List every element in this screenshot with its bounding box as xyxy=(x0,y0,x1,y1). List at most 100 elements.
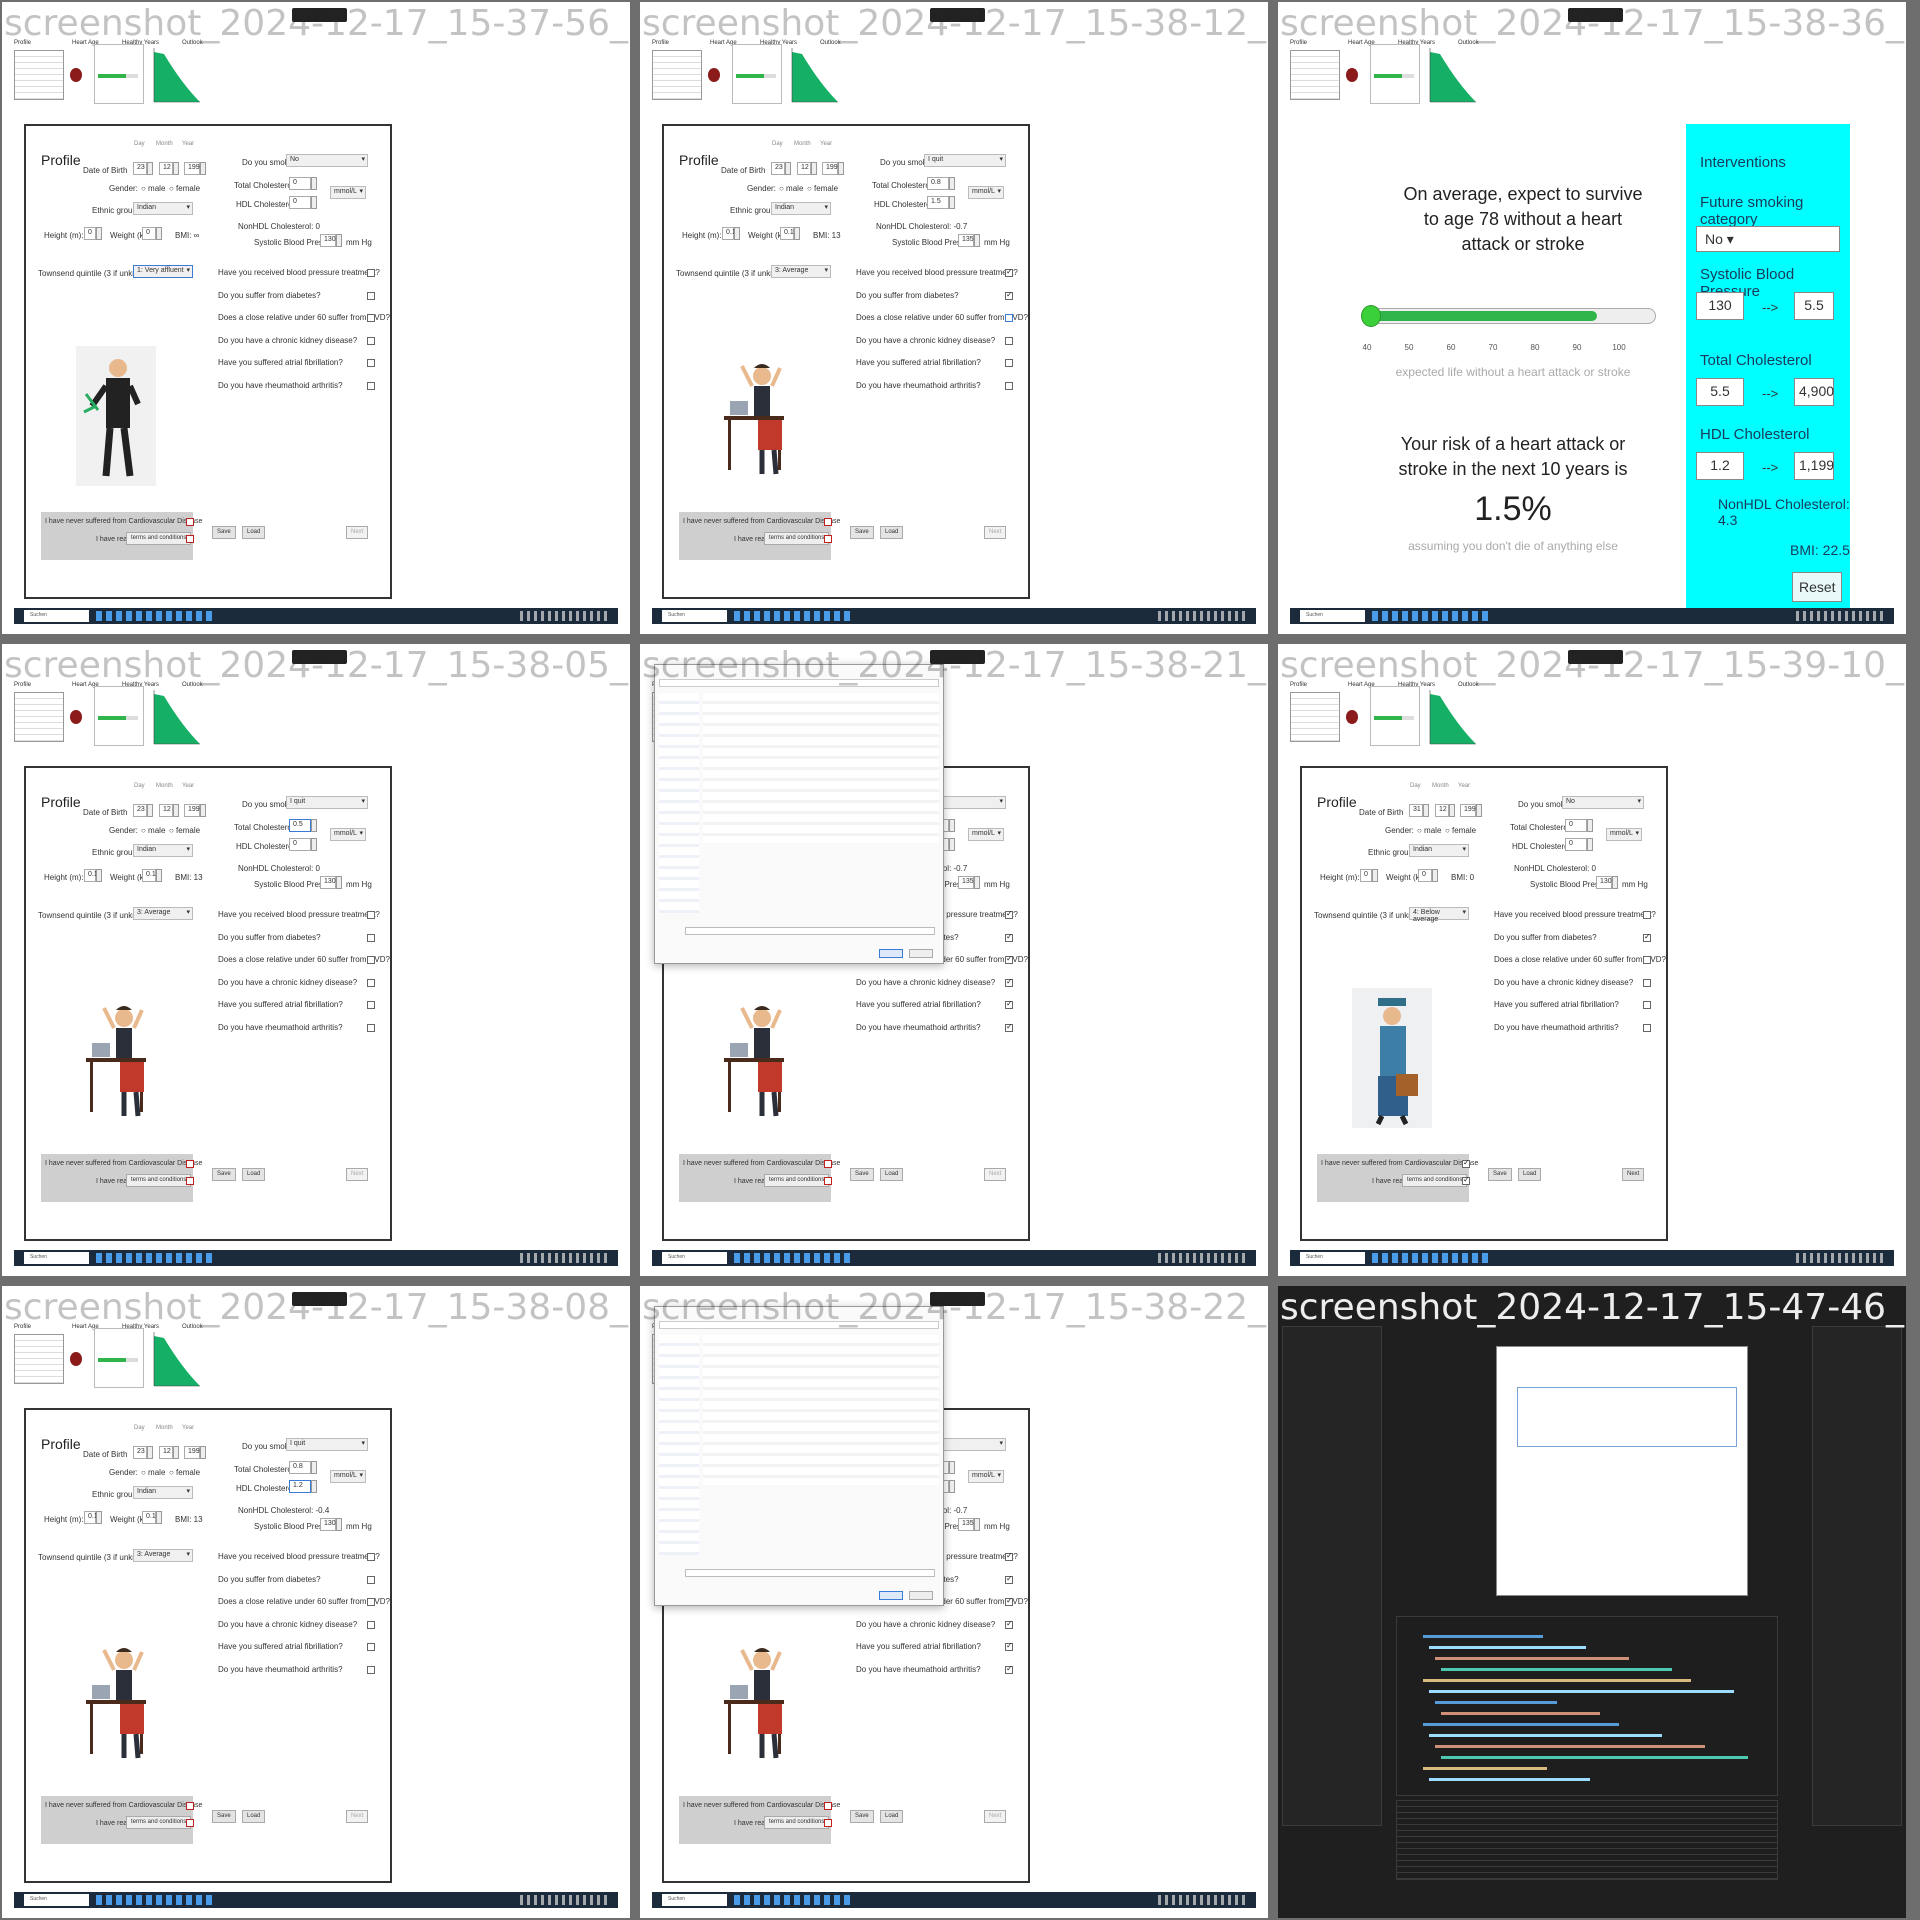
question-3-checkbox[interactable] xyxy=(1005,954,1013,964)
day-stepper[interactable]: 23 xyxy=(133,804,147,817)
day-stepper-spinner[interactable] xyxy=(785,162,791,175)
height-stepper[interactable]: 0 xyxy=(84,227,96,240)
month-stepper[interactable]: 12 xyxy=(159,804,173,817)
question-4-checkbox[interactable] xyxy=(1005,336,1013,345)
day-stepper-spinner[interactable] xyxy=(1423,804,1429,817)
total-cholesterol-stepper[interactable]: 0 xyxy=(1565,819,1587,832)
sbp-stepper[interactable]: 135 xyxy=(958,234,974,247)
terms-checkbox[interactable] xyxy=(824,535,832,543)
month-stepper-spinner[interactable] xyxy=(811,162,817,175)
question-5-checkbox[interactable] xyxy=(1005,359,1013,367)
next-button[interactable]: Next xyxy=(984,526,1007,539)
year-stepper[interactable]: 1990 xyxy=(184,1446,204,1459)
gender-male-radio[interactable]: ○ male xyxy=(1417,826,1441,835)
system-tray[interactable] xyxy=(1796,611,1886,621)
day-stepper[interactable]: 23 xyxy=(133,162,147,175)
system-tray[interactable] xyxy=(520,611,610,621)
load-button[interactable]: Load xyxy=(242,526,266,539)
window-controls[interactable] xyxy=(930,650,985,664)
question-6-checkbox[interactable] xyxy=(1643,1023,1651,1032)
terms-checkbox[interactable] xyxy=(1462,1175,1470,1185)
hdl-cholesterol-stepper-spinner[interactable] xyxy=(311,1480,317,1493)
dialog-file-list[interactable] xyxy=(703,693,939,843)
ethnic-group-select[interactable]: Indian xyxy=(133,202,193,215)
year-stepper[interactable]: 1990 xyxy=(1460,804,1480,817)
mini-tab-profile[interactable]: Profile xyxy=(14,682,31,688)
question-3-checkbox[interactable] xyxy=(1005,1596,1013,1606)
question-4-checkbox[interactable] xyxy=(1005,977,1013,987)
total-cholesterol-stepper-spinner[interactable] xyxy=(311,819,317,832)
question-5-checkbox[interactable] xyxy=(367,1643,375,1651)
gender-female-radio[interactable]: ○ female xyxy=(169,826,200,835)
terms-button[interactable]: terms and conditions xyxy=(764,1174,830,1187)
question-1-checkbox[interactable] xyxy=(367,1553,375,1561)
hdl-cholesterol-stepper-spinner[interactable] xyxy=(311,196,317,209)
weight-stepper-spinner[interactable] xyxy=(156,869,162,882)
cholesterol-unit-select[interactable]: mmol/L xyxy=(330,1470,366,1483)
save-button[interactable]: Save xyxy=(850,1810,874,1823)
never-cvd-checkbox[interactable] xyxy=(186,518,194,526)
month-stepper-spinner[interactable] xyxy=(173,1446,179,1459)
cholesterol-unit-select[interactable]: mmol/L xyxy=(968,186,1004,199)
question-1-checkbox[interactable] xyxy=(367,911,375,919)
question-5-checkbox[interactable] xyxy=(1005,999,1013,1009)
month-stepper[interactable]: 12 xyxy=(1435,804,1449,817)
load-button[interactable]: Load xyxy=(880,1810,904,1823)
terms-button[interactable]: terms and conditions xyxy=(126,1816,192,1829)
gender-female-radio[interactable]: ○ female xyxy=(169,184,200,193)
hdl-cholesterol-stepper[interactable]: 0 xyxy=(1565,838,1587,851)
next-button[interactable]: Next xyxy=(984,1168,1007,1181)
sbp-stepper[interactable]: 130 xyxy=(320,876,336,889)
cholesterol-unit-select[interactable]: mmol/L xyxy=(330,186,366,199)
weight-stepper-spinner[interactable] xyxy=(1432,869,1438,882)
day-stepper-spinner[interactable] xyxy=(147,162,153,175)
load-button[interactable]: Load xyxy=(880,526,904,539)
taskbar-app-icons[interactable] xyxy=(734,1253,854,1263)
question-6-checkbox[interactable] xyxy=(1005,1022,1013,1032)
question-6-checkbox[interactable] xyxy=(367,1665,375,1674)
hdl-cholesterol-stepper-spinner[interactable] xyxy=(949,196,955,209)
window-controls[interactable] xyxy=(1568,8,1623,22)
next-button[interactable]: Next xyxy=(984,1810,1007,1823)
next-button[interactable]: Next xyxy=(346,1168,369,1181)
intervention-hdl-current[interactable]: 1.2 xyxy=(1696,452,1744,480)
gender-male-radio[interactable]: ○ male xyxy=(141,184,165,193)
hdl-cholesterol-stepper-spinner[interactable] xyxy=(1587,838,1593,851)
question-3-checkbox[interactable] xyxy=(367,956,375,964)
future-smoking-select[interactable]: No ▾ xyxy=(1696,226,1840,252)
cholesterol-unit-select[interactable]: mmol/L xyxy=(968,828,1004,841)
next-button[interactable]: Next xyxy=(346,526,369,539)
day-stepper[interactable]: 23 xyxy=(771,162,785,175)
mini-tab-profile[interactable]: Profile xyxy=(652,40,669,46)
month-stepper-spinner[interactable] xyxy=(1449,804,1455,817)
question-5-checkbox[interactable] xyxy=(1643,1001,1651,1009)
question-2-checkbox[interactable] xyxy=(1005,290,1013,300)
mini-tab-profile[interactable]: Profile xyxy=(1290,40,1307,46)
total-cholesterol-stepper[interactable]: 0.5 xyxy=(289,819,311,832)
never-cvd-checkbox[interactable] xyxy=(824,1160,832,1168)
total-cholesterol-stepper-spinner[interactable] xyxy=(311,177,317,190)
month-stepper-spinner[interactable] xyxy=(173,804,179,817)
weight-stepper-spinner[interactable] xyxy=(794,227,800,240)
ethnic-group-select[interactable]: Indian xyxy=(133,1486,193,1499)
hdl-cholesterol-stepper[interactable]: 0 xyxy=(289,838,311,851)
total-cholesterol-stepper[interactable]: 0.8 xyxy=(289,1461,311,1474)
terms-checkbox[interactable] xyxy=(824,1177,832,1185)
window-controls[interactable] xyxy=(1568,650,1623,664)
question-1-checkbox[interactable] xyxy=(1643,911,1651,919)
sbp-stepper[interactable]: 130 xyxy=(320,1518,336,1531)
dialog-address-bar[interactable] xyxy=(659,1321,939,1329)
sbp-stepper-spinner[interactable] xyxy=(974,876,980,889)
hdl-cholesterol-stepper-spinner[interactable] xyxy=(949,1480,955,1493)
ethnic-group-select[interactable]: Indian xyxy=(771,202,831,215)
next-button[interactable]: Next xyxy=(346,1810,369,1823)
ethnic-group-select[interactable]: Indian xyxy=(1409,844,1469,857)
never-cvd-checkbox[interactable] xyxy=(1462,1158,1470,1168)
system-tray[interactable] xyxy=(520,1253,610,1263)
xaml-code-editor[interactable] xyxy=(1396,1616,1778,1796)
townsend-select[interactable]: 1: Very affluent xyxy=(133,265,193,278)
load-button[interactable]: Load xyxy=(242,1810,266,1823)
height-stepper[interactable]: 0.1 xyxy=(84,869,98,882)
question-2-checkbox[interactable] xyxy=(1643,932,1651,942)
height-stepper-spinner[interactable] xyxy=(734,227,740,240)
